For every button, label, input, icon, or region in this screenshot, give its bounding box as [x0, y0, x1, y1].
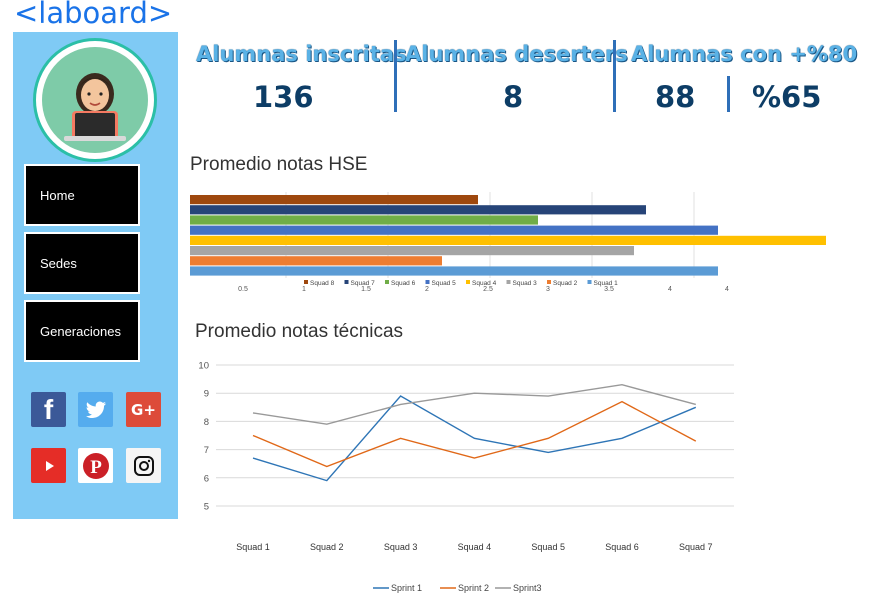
sidebar: Home Sedes Generaciones f G+ P: [13, 32, 178, 519]
nav-generaciones-label: Generaciones: [40, 323, 121, 339]
hse-tick-label: 2.5: [483, 286, 493, 293]
hse-bar: [190, 246, 634, 256]
hse-legend-swatch: [344, 280, 349, 284]
tec-x-tick-label: Squad 1: [236, 542, 270, 552]
hse-bar: [190, 195, 478, 205]
tec-legend-label: Sprint3: [513, 583, 542, 593]
hse-legend-swatch: [304, 280, 308, 284]
hse-tick-label: 3: [546, 286, 550, 293]
hse-bar: [190, 225, 718, 235]
pinterest-icon[interactable]: P: [78, 448, 113, 483]
facebook-icon[interactable]: f: [31, 392, 66, 427]
hse-tick-label: 0.5: [238, 286, 248, 293]
hse-bar: [190, 215, 538, 225]
kpi-divider: [613, 40, 616, 112]
hse-legend-label: Squad 3: [513, 280, 538, 287]
hse-tick-label: 4: [668, 286, 672, 293]
hse-bar: [190, 235, 826, 245]
kpi-inscritas-value: 136: [253, 80, 314, 114]
hse-chart-title: Promedio notas HSE: [190, 154, 368, 175]
hse-bar: [190, 205, 646, 215]
hse-legend-swatch: [425, 280, 430, 284]
hse-tick-label: 4: [725, 286, 729, 293]
nav-generaciones-button[interactable]: Generaciones: [24, 300, 140, 362]
hse-legend-label: Squad 8: [310, 280, 335, 287]
kpi-deserters-value: 8: [503, 80, 524, 114]
twitter-icon[interactable]: [78, 392, 113, 427]
svg-text:P: P: [90, 457, 102, 478]
tec-legend-label: Sprint 1: [391, 583, 422, 593]
tec-y-tick-label: 8: [204, 417, 209, 428]
tec-legend-label: Sprint 2: [458, 583, 489, 593]
hse-legend-swatch: [587, 280, 592, 284]
tec-x-tick-label: Squad 7: [679, 542, 713, 552]
google-plus-icon[interactable]: G+: [126, 392, 161, 427]
tec-y-tick-label: 9: [204, 389, 209, 400]
tec-y-tick-label: 10: [198, 361, 209, 372]
kpi-percent-value: %65: [752, 80, 822, 114]
hse-bar: [190, 256, 442, 266]
hse-legend-swatch: [506, 280, 511, 284]
hse-bar-chart: 0.5 1 1.5 2 2.5 3 3.5 4 4 Squad 8 Squad 7 Squad 6 Sq…: [190, 192, 826, 293]
tec-x-tick-label: Squad 2: [310, 542, 344, 552]
nav-home-button[interactable]: Home: [24, 164, 140, 226]
hse-tick-label: 1: [302, 286, 306, 293]
app-logo: <laboard>: [14, 0, 173, 30]
woman-at-laptop-icon: [64, 73, 126, 141]
tec-series-line: [252, 384, 696, 425]
kpi-divider: [394, 40, 397, 112]
hse-legend-swatch: [466, 280, 470, 284]
tec-x-tick-label: Squad 6: [605, 542, 639, 552]
youtube-icon[interactable]: [31, 448, 66, 483]
tec-series-line: [252, 395, 697, 482]
hse-tick-label: 1.5: [361, 286, 371, 293]
hse-tick-label: 3.5: [604, 286, 614, 293]
hse-legend-label: Squad 4: [472, 280, 497, 287]
hse-legend-label: Squad 2: [553, 280, 578, 287]
hse-bar: [190, 266, 718, 276]
kpi-deserters-title: Alumnas deserters: [405, 42, 628, 66]
avatar: [33, 38, 157, 162]
tec-line-chart: 5 6 7 8 9 10 Squad 1 Squad 2 Squad 3 Squad 4 Squad…: [198, 361, 734, 593]
kpi-mas80-value: 88: [655, 80, 696, 114]
instagram-icon[interactable]: [126, 448, 161, 483]
nav-home-label: Home: [40, 187, 75, 203]
hse-legend-swatch: [547, 280, 551, 284]
hse-legend-label: Squad 5: [432, 280, 457, 287]
hse-legend-label: Squad 6: [391, 280, 416, 287]
hse-legend-label: Squad 7: [351, 280, 376, 287]
tec-x-tick-label: Squad 5: [531, 542, 565, 552]
nav-sedes-button[interactable]: Sedes: [24, 232, 140, 294]
tec-chart-title: Promedio notas técnicas: [195, 321, 404, 342]
hse-legend-swatch: [385, 280, 389, 284]
tec-y-tick-label: 7: [204, 445, 209, 456]
tec-y-tick-label: 6: [204, 473, 209, 484]
kpi-inscritas-title: Alumnas inscritas: [196, 42, 407, 66]
tec-series-line: [252, 400, 697, 468]
tec-x-tick-label: Squad 4: [458, 542, 492, 552]
nav-sedes-label: Sedes: [40, 255, 77, 271]
kpi-divider: [727, 76, 730, 112]
tec-y-tick-label: 5: [204, 502, 209, 513]
tec-x-tick-label: Squad 3: [384, 542, 418, 552]
hse-legend-label: Squad 1: [594, 280, 619, 287]
kpi-mas80-title: Alumnas con +%80: [631, 42, 858, 66]
hse-tick-label: 2: [425, 286, 429, 293]
